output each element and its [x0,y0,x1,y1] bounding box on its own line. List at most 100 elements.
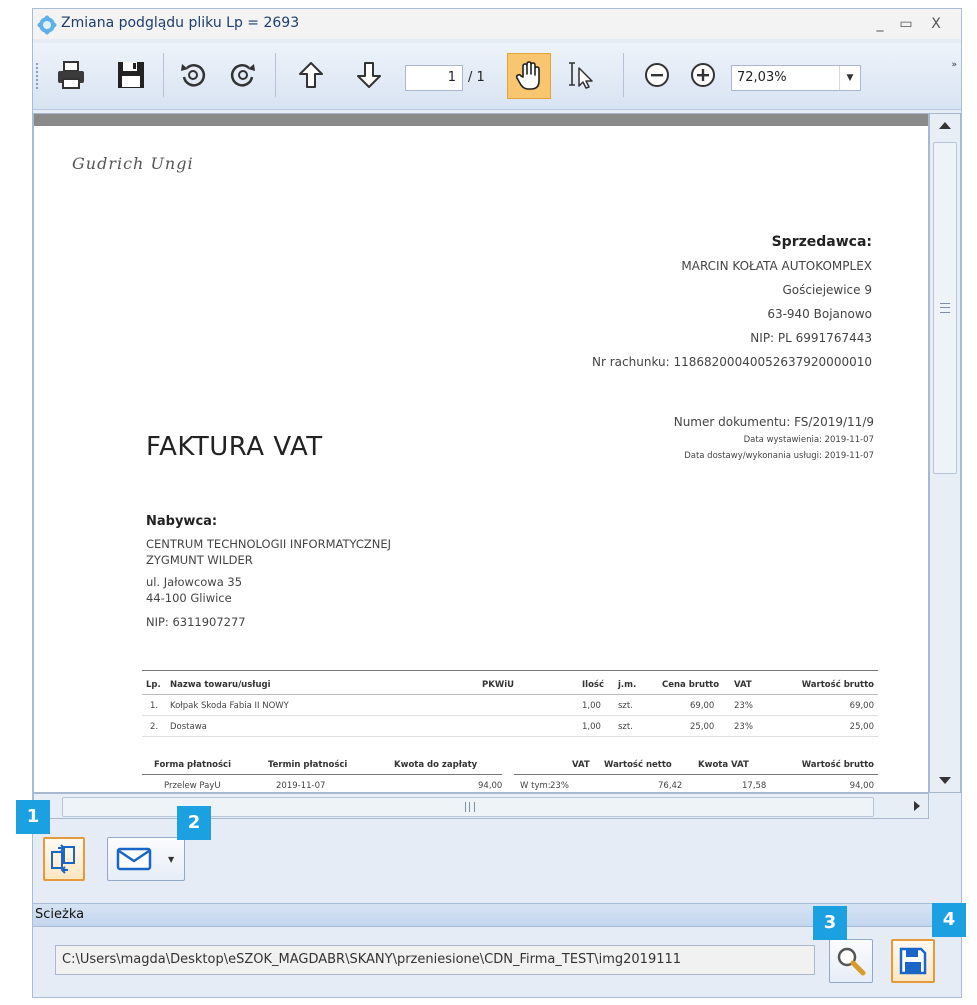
seller-block: Sprzedawca: MARCIN KOŁATA AUTOKOMPLEX Go… [592,230,872,374]
callout-badge-2: 2 [177,806,211,840]
zoom-out-button[interactable] [637,55,677,95]
horizontal-scrollbar[interactable] [33,793,929,819]
item-vat: 23% [734,722,753,732]
print-button[interactable] [51,55,91,95]
seller-city: 63-940 Bojanowo [767,307,872,321]
zoom-in-button[interactable] [683,55,723,95]
col-lp: Lp. [146,680,161,690]
payment-amount: 94,00 [478,781,503,791]
issue-date: Data wystawienia: 2019-11-07 [743,435,874,445]
maximize-button[interactable]: ▭ [895,13,917,35]
pan-tool-button[interactable] [507,53,551,99]
scroll-up-icon[interactable] [939,122,951,129]
seller-name: MARCIN KOŁATA AUTOKOMPLEX [681,259,872,273]
item-qty: 1,00 [582,722,601,732]
seller-account: Nr rachunku: 11868200040052637920000010 [592,355,872,369]
document-meta: Numer dokumentu: FS/2019/11/9 Data wysta… [674,412,874,464]
toolbar: 1 / 1 72,03% ▼ » [33,43,961,110]
payment-net: 76,42 [658,781,683,791]
change-file-button[interactable] [43,837,85,881]
app-gear-icon [37,15,57,35]
item-unit: szt. [618,722,633,732]
col-vat-amount: Kwota VAT [698,760,749,770]
grip-icon [940,303,950,313]
chevron-down-icon[interactable]: ▼ [839,66,860,90]
browse-button[interactable] [829,939,873,983]
seller-nip: NIP: PL 6991767443 [750,331,872,345]
handwritten-signature: Gudrich Ungi [72,154,194,173]
rotate-left-icon [181,64,206,87]
preview-window: Zmiana podglądu pliku Lp = 2693 _ ▭ X 1 … [32,8,962,998]
title-bar: Zmiana podglądu pliku Lp = 2693 _ ▭ X [33,9,961,39]
callout-badge-4: 4 [932,903,966,937]
envelope-icon [116,847,152,871]
page-total-label: / 1 [468,70,485,85]
seller-street: Gościejewice 9 [782,283,872,297]
document-viewer[interactable]: Gudrich Ungi Sprzedawca: MARCIN KOŁATA A… [33,113,929,793]
vertical-scrollbar[interactable] [929,113,961,793]
save-path-button[interactable] [891,939,935,983]
buyer-street: ul. Jałowcowa 35 [146,575,243,589]
item-unit: szt. [618,701,633,711]
save-button[interactable] [111,55,151,95]
scroll-down-icon[interactable] [939,777,951,784]
minimize-button[interactable]: _ [869,13,891,35]
path-label: Scieżka [35,907,85,922]
col-gross: Wartość brutto [801,760,874,770]
col-payment-amount: Kwota do zapłaty [394,760,478,770]
buyer-block: Nabywca: CENTRUM TECHNOLOGII INFORMATYCZ… [146,514,391,630]
rotate-right-button[interactable] [223,55,263,95]
next-page-button[interactable] [349,55,389,95]
col-net: Wartość netto [604,760,672,770]
col-unit: j.m. [618,680,637,690]
file-path-field[interactable]: C:\Users\magda\Desktop\eSZOK_MAGDABR\SKA… [55,945,815,975]
item-total: 25,00 [849,722,874,732]
col-name: Nazwa towaru/usługi [170,680,271,690]
grip-icon [465,802,475,812]
text-select-tool-button[interactable] [561,55,601,95]
dropdown-arrow-icon[interactable]: ▼ [168,855,174,864]
zoom-select[interactable]: 72,03% ▼ [731,65,861,91]
window-title: Zmiana podglądu pliku Lp = 2693 [61,15,300,31]
arrow-down-icon [357,62,381,88]
rotate-left-button[interactable] [173,55,213,95]
toolbar-separator [623,53,624,97]
buyer-nip: NIP: 6311907277 [146,615,246,629]
rotate-right-icon [230,64,255,87]
scroll-right-icon[interactable] [914,801,920,811]
document-title: FAKTURA VAT [146,432,323,462]
item-lp: 1. [150,701,159,711]
toolbar-separator [163,53,164,97]
seller-heading: Sprzedawca: [771,234,872,250]
document-number: Numer dokumentu: FS/2019/11/9 [673,415,874,429]
toolbar-overflow-button[interactable]: » [951,61,957,70]
previous-page-button[interactable] [291,55,331,95]
hand-icon [515,61,540,90]
email-button[interactable]: ▼ [107,837,185,881]
file-swap-icon [51,844,75,874]
delivery-date: Data dostawy/wykonania usługi: 2019-11-0… [684,451,874,461]
col-price: Cena brutto [662,680,720,690]
item-qty: 1,00 [582,701,601,711]
col-total: Wartość brutto [801,680,874,690]
payment-term: 2019-11-07 [276,781,326,791]
page-number-input[interactable]: 1 [405,65,463,91]
scrollbar-corner [929,793,961,819]
viewer-top-band [34,114,928,126]
printer-icon [58,61,84,89]
payment-form: Przelew PayU [164,781,221,791]
payment-in-which: W tym: [520,781,551,791]
payment-vat-amount: 17,58 [742,781,767,791]
col-pkwiu: PKWiU [482,680,515,690]
callout-badge-1: 1 [16,800,50,834]
vertical-scroll-thumb[interactable] [933,142,957,474]
close-button[interactable]: X [925,13,947,35]
buyer-line2: ZYGMUNT WILDER [146,553,253,567]
arrow-up-icon [299,62,323,88]
zoom-value: 72,03% [737,70,787,85]
col-vat-rate: VAT [572,760,590,770]
floppy-disk-icon [118,62,144,88]
item-total: 69,00 [849,701,874,711]
table-divider [142,694,878,695]
toolbar-grip[interactable] [36,63,42,89]
